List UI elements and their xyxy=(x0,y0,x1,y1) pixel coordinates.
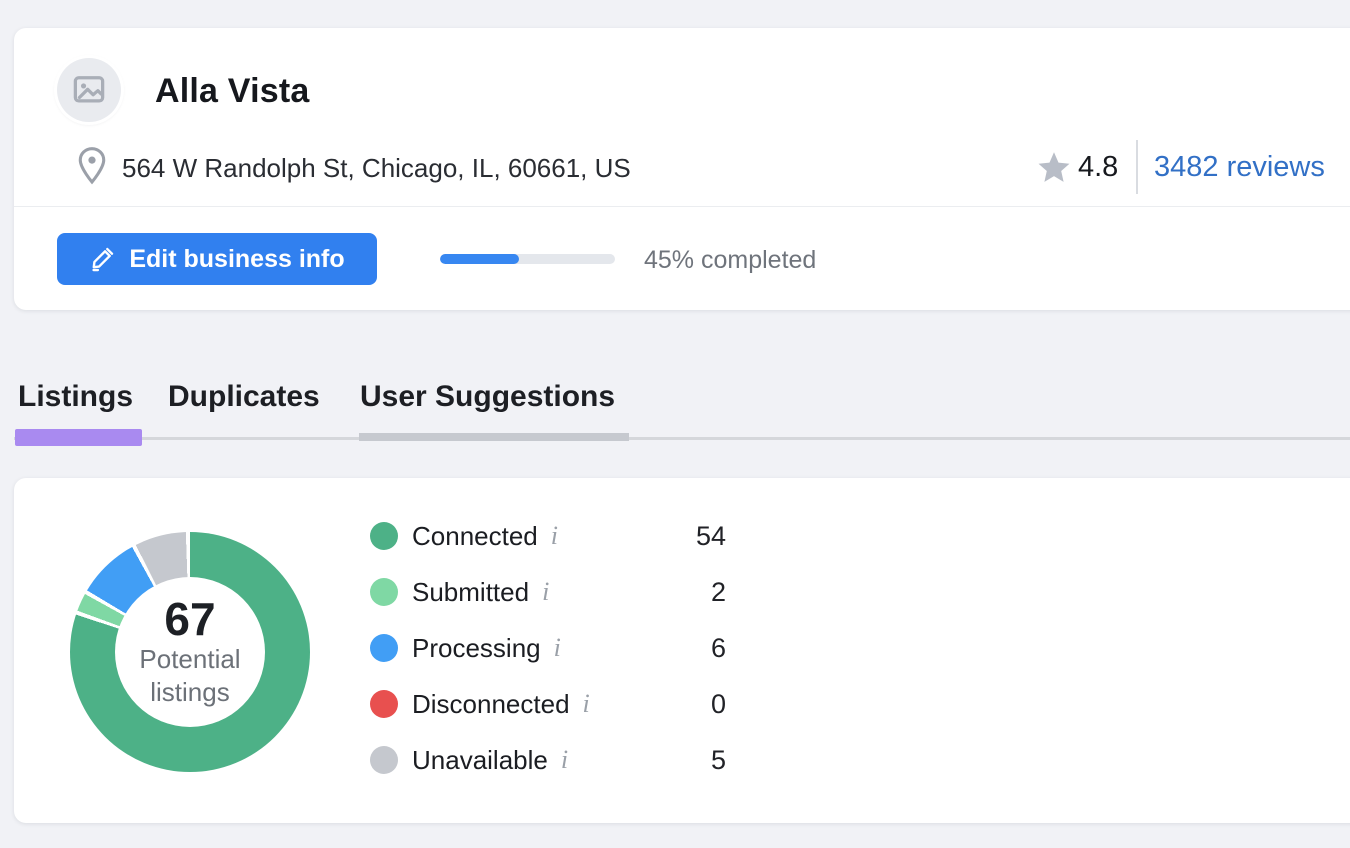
business-address: 564 W Randolph St, Chicago, IL, 60661, U… xyxy=(122,153,631,184)
listings-status-legend: Connected i 54 Submitted i 2 Processing … xyxy=(370,508,726,788)
card-divider xyxy=(14,206,1350,207)
progress-label: 45% completed xyxy=(644,246,816,275)
donut-center: 67 Potential listings xyxy=(115,577,265,727)
legend-label: Disconnected xyxy=(412,689,570,720)
tab-hover-indicator xyxy=(359,433,629,441)
business-avatar xyxy=(57,58,121,122)
disconnected-dot xyxy=(370,690,398,718)
reviews-link[interactable]: 3482 reviews xyxy=(1154,151,1325,184)
legend-value: 6 xyxy=(711,633,726,664)
legend-row-disconnected: Disconnected i 0 xyxy=(370,676,726,732)
legend-value: 2 xyxy=(711,577,726,608)
location-pin-icon xyxy=(76,146,108,186)
pencil-icon xyxy=(89,246,115,272)
tab-duplicates[interactable]: Duplicates xyxy=(168,380,320,414)
tab-user-suggestions[interactable]: User Suggestions xyxy=(360,380,615,414)
star-icon xyxy=(1036,149,1072,185)
info-icon[interactable]: i xyxy=(542,577,549,607)
listings-summary-card: 67 Potential listings Connected i 54 Sub… xyxy=(14,478,1350,823)
business-name: Alla Vista xyxy=(155,72,309,111)
legend-row-unavailable: Unavailable i 5 xyxy=(370,732,726,788)
edit-button-label: Edit business info xyxy=(129,245,344,274)
tab-listings[interactable]: Listings xyxy=(18,380,133,414)
legend-value: 0 xyxy=(711,689,726,720)
tab-active-indicator xyxy=(15,429,142,446)
connected-dot xyxy=(370,522,398,550)
business-info-card: Alla Vista 564 W Randolph St, Chicago, I… xyxy=(14,28,1350,310)
tabs-bottom-border xyxy=(14,437,1350,440)
submitted-dot xyxy=(370,578,398,606)
unavailable-dot xyxy=(370,746,398,774)
profile-completion-progressbar xyxy=(440,254,615,264)
info-icon[interactable]: i xyxy=(583,689,590,719)
legend-value: 5 xyxy=(711,745,726,776)
progress-fill xyxy=(440,254,519,264)
legend-label: Processing xyxy=(412,633,541,664)
info-icon[interactable]: i xyxy=(561,745,568,775)
edit-business-info-button[interactable]: Edit business info xyxy=(57,233,377,285)
info-icon[interactable]: i xyxy=(551,521,558,551)
legend-value: 54 xyxy=(696,521,726,552)
legend-row-submitted: Submitted i 2 xyxy=(370,564,726,620)
donut-total-value: 67 xyxy=(164,595,215,643)
info-icon[interactable]: i xyxy=(554,633,561,663)
legend-label: Connected xyxy=(412,521,538,552)
image-placeholder-icon xyxy=(72,75,106,105)
listings-donut-chart: 67 Potential listings xyxy=(70,532,310,772)
processing-dot xyxy=(370,634,398,662)
legend-row-connected: Connected i 54 xyxy=(370,508,726,564)
legend-label: Submitted xyxy=(412,577,529,608)
legend-label: Unavailable xyxy=(412,745,548,776)
legend-row-processing: Processing i 6 xyxy=(370,620,726,676)
rating-value: 4.8 xyxy=(1078,151,1118,184)
rating-divider xyxy=(1136,140,1138,194)
donut-center-label: Potential listings xyxy=(139,643,240,710)
